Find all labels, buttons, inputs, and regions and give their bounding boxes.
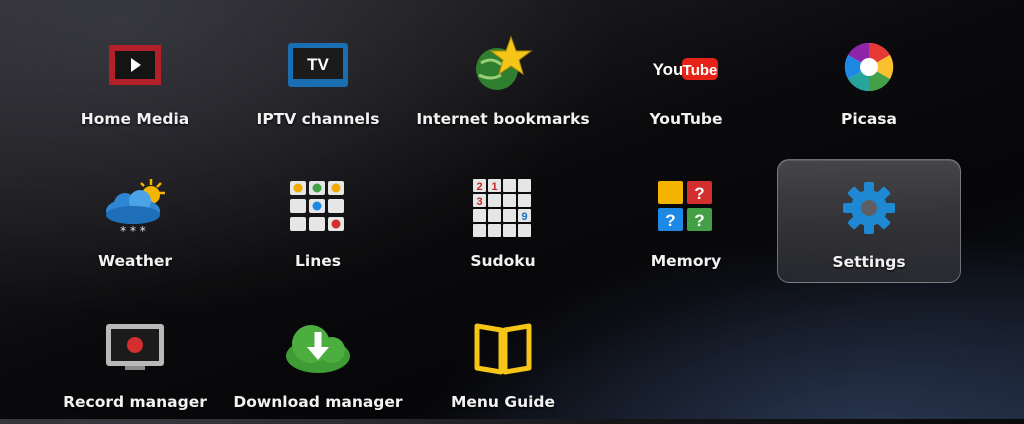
youtube-logo-icon: You Tube: [646, 31, 726, 101]
menu-item-picasa[interactable]: Picasa: [777, 17, 961, 141]
book-icon: [463, 314, 543, 384]
menu-item-home-media[interactable]: Home Media: [43, 17, 227, 141]
weather-cloud-sun-icon: * * *: [95, 173, 175, 243]
menu-item-label: Settings: [832, 253, 906, 271]
menu-item-record-manager[interactable]: Record manager: [43, 300, 227, 424]
menu-item-label: Menu Guide: [450, 393, 556, 411]
sudoku-digit: 9: [521, 211, 527, 223]
globe-star-icon: [463, 31, 543, 101]
lines-game-icon: [278, 173, 358, 243]
gear-icon: [829, 174, 909, 244]
picasa-logo-icon: [829, 31, 909, 101]
download-cloud-icon: [278, 314, 358, 384]
menu-item-lines[interactable]: Lines: [226, 159, 410, 283]
main-menu-screen: { "menu": { "items": [ {"label": "Home M…: [0, 0, 1024, 419]
menu-item-label: Download manager: [233, 393, 403, 411]
menu-item-memory[interactable]: ? ? ? Memory: [594, 159, 778, 283]
menu-item-settings[interactable]: Settings: [777, 159, 961, 283]
tv-icon: TV: [278, 31, 358, 101]
menu-item-label: YouTube: [649, 110, 723, 128]
sudoku-digit: 1: [491, 181, 497, 193]
memory-card-symbol: ?: [665, 211, 675, 230]
menu-item-label: Picasa: [840, 110, 897, 128]
sudoku-digit: 2: [476, 181, 482, 193]
menu-item-label: Memory: [650, 252, 722, 270]
memory-card-symbol: ?: [694, 184, 704, 203]
menu-item-weather[interactable]: * * * Weather: [43, 159, 227, 283]
menu-item-label: Sudoku: [470, 252, 536, 270]
menu-item-youtube[interactable]: You Tube YouTube: [594, 17, 778, 141]
menu-item-menu-guide[interactable]: Menu Guide: [411, 300, 595, 424]
menu-item-iptv-channels[interactable]: TV IPTV channels: [226, 17, 410, 141]
menu-item-label: Weather: [97, 252, 173, 270]
menu-item-label: Lines: [295, 252, 341, 270]
menu-item-label: Home Media: [80, 110, 190, 128]
home-media-icon: [95, 31, 175, 101]
memory-cards-icon: ? ? ?: [646, 173, 726, 243]
svg-text:* * *: * * *: [120, 224, 146, 238]
youtube-logo-you-text: You: [653, 60, 684, 79]
menu-item-label: Internet bookmarks: [416, 110, 590, 128]
memory-card-symbol: ?: [694, 211, 704, 230]
tv-icon-text: TV: [307, 55, 329, 74]
menu-item-label: IPTV channels: [256, 110, 380, 128]
record-icon: [95, 314, 175, 384]
menu-item-label: Record manager: [63, 393, 207, 411]
menu-item-sudoku[interactable]: 2 1 3 9 Sudoku: [411, 159, 595, 283]
sudoku-digit: 3: [476, 196, 482, 208]
sudoku-grid-icon: 2 1 3 9: [463, 173, 543, 243]
menu-item-download-manager[interactable]: Download manager: [226, 300, 410, 424]
youtube-logo-tube-text: Tube: [683, 62, 718, 79]
menu-item-internet-bookmarks[interactable]: Internet bookmarks: [411, 17, 595, 141]
